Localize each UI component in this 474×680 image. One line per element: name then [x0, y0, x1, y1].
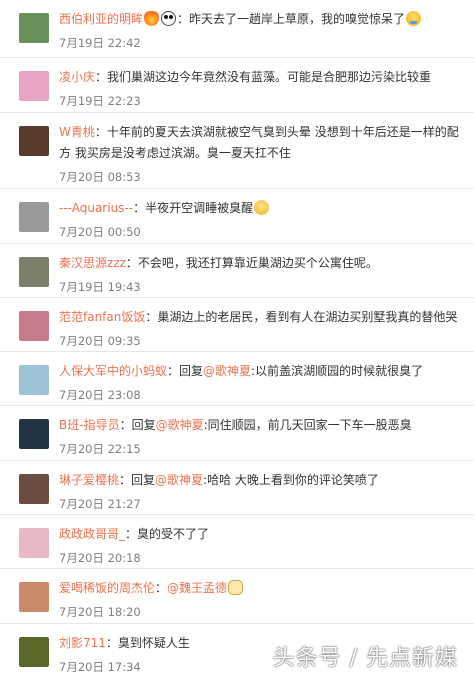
avatar[interactable] — [19, 582, 49, 612]
comment-item: 人保大军中的小蚂蚁：回复@歌神夏:以前盖滨湖顺园的时候就很臭了 7月20日 23… — [0, 352, 474, 406]
avatar[interactable] — [19, 13, 49, 43]
avatar[interactable] — [19, 419, 49, 449]
comment-body: 范范fanfan饭饭：巢湖边上的老居民，看到有人在湖边买别墅我真的替他哭 7月2… — [59, 307, 468, 350]
comment-body: ---Aquarius--：半夜开空调睡被臭醒 7月20日 00:50 — [59, 198, 468, 241]
commenter-name[interactable]: B班-指导员 — [59, 418, 120, 432]
comment-text: ：十年前的夏天去滨湖就被空气臭到头晕 没想到十年后还是一样的配方 我买房是没考虑… — [59, 125, 459, 160]
comment-time[interactable]: 7月19日 22:42 — [59, 34, 468, 52]
comment-time[interactable]: 7月20日 09:35 — [59, 332, 468, 350]
commenter-name[interactable]: W青桃 — [59, 125, 95, 139]
comment-item: 琳子爱樱桃：回复@歌神夏:哈哈 大晚上看到你的评论笑喷了 7月20日 21:27 — [0, 461, 474, 515]
comment-item: 凌小庆：我们巢湖这边今年竟然没有蓝藻。可能是合肥那边污染比较重 7月19日 22… — [0, 58, 474, 113]
comment-item: 秦汉思源zzz：不会吧，我还打算靠近巢湖边买个公寓住呢。 7月19日 19:43 — [0, 244, 474, 298]
cat-emoji-icon — [228, 580, 244, 595]
comment-time[interactable]: 7月20日 21:27 — [59, 495, 468, 513]
mention-link[interactable]: @歌神夏 — [155, 473, 203, 487]
comment-text: :同住顺园，前几天回家一下车一股恶臭 — [203, 418, 412, 432]
comment-time[interactable]: 7月19日 19:43 — [59, 278, 468, 296]
comment-item: W青桃：十年前的夏天去滨湖就被空气臭到头晕 没想到十年后还是一样的配方 我买房是… — [0, 113, 474, 189]
avatar[interactable] — [19, 637, 49, 667]
comment-time[interactable]: 7月20日 23:08 — [59, 386, 468, 404]
comment-body: 爱喝稀饭的周杰伦：@魏王孟德 7月20日 18:20 — [59, 578, 468, 621]
comment-text: ：臭到怀疑人生 — [105, 636, 190, 650]
comment-body: 琳子爱樱桃：回复@歌神夏:哈哈 大晚上看到你的评论笑喷了 7月20日 21:27 — [59, 470, 468, 513]
comment-time[interactable]: 7月20日 18:20 — [59, 603, 468, 621]
comment-text: ：臭的受不了了 — [125, 527, 210, 541]
watermark: 头条号 / 先点新媒 — [272, 646, 458, 671]
comment-list: 西伯利亚的明眸 ：昨天去了一趟岸上草原，我的嗅觉惊呆了 7月19日 22:42 凌… — [0, 0, 474, 680]
commenter-name[interactable]: 琳子爱樱桃 — [59, 473, 119, 487]
comment-body: 凌小庆：我们巢湖这边今年竟然没有蓝藻。可能是合肥那边污染比较重 7月19日 22… — [59, 67, 468, 110]
commenter-name[interactable]: 西伯利亚的明眸 — [59, 12, 143, 26]
commenter-name[interactable]: 范范fanfan饭饭 — [59, 310, 145, 324]
comment-body: 秦汉思源zzz：不会吧，我还打算靠近巢湖边买个公寓住呢。 7月19日 19:43 — [59, 253, 468, 296]
reply-prefix: ：回复 — [167, 364, 204, 378]
reply-prefix: ： — [155, 581, 168, 595]
fire-emoji-icon — [144, 11, 160, 26]
comment-body: B班-指导员：回复@歌神夏:同住顺园，前几天回家一下车一股恶臭 7月20日 22… — [59, 415, 468, 458]
commenter-name[interactable]: 凌小庆 — [59, 70, 95, 84]
comment-body: 人保大军中的小蚂蚁：回复@歌神夏:以前盖滨湖顺园的时候就很臭了 7月20日 23… — [59, 361, 468, 404]
reply-prefix: ：回复 — [119, 473, 156, 487]
comment-body: 政政政哥哥_：臭的受不了了 7月20日 20:18 — [59, 524, 468, 567]
commenter-name[interactable]: 秦汉思源zzz — [59, 256, 126, 270]
commenter-name[interactable]: 人保大军中的小蚂蚁 — [59, 364, 167, 378]
commenter-name[interactable]: ---Aquarius-- — [59, 201, 133, 215]
mention-link[interactable]: @歌神夏 — [156, 418, 204, 432]
avatar[interactable] — [19, 311, 49, 341]
mention-link[interactable]: @魏王孟德 — [167, 581, 227, 595]
avatar[interactable] — [19, 257, 49, 287]
avatar[interactable] — [19, 202, 49, 232]
comment-text: :以前盖滨湖顺园的时候就很臭了 — [251, 364, 424, 378]
commenter-name[interactable]: 刘影711 — [59, 636, 106, 650]
comment-item: ---Aquarius--：半夜开空调睡被臭醒 7月20日 00:50 — [0, 189, 474, 244]
comment-time[interactable]: 7月20日 00:50 — [59, 223, 468, 241]
comment-text: :哈哈 大晚上看到你的评论笑喷了 — [203, 473, 379, 487]
comment-time[interactable]: 7月20日 20:18 — [59, 549, 468, 567]
shocked-emoji-icon — [406, 11, 422, 26]
commenter-name[interactable]: 爱喝稀饭的周杰伦 — [59, 581, 155, 595]
comment-text: ：我们巢湖这边今年竟然没有蓝藻。可能是合肥那边污染比较重 — [95, 70, 432, 84]
panda-emoji-icon — [161, 11, 177, 26]
avatar[interactable] — [19, 528, 49, 558]
avatar[interactable] — [19, 474, 49, 504]
comment-body: 西伯利亚的明眸 ：昨天去了一趟岸上草原，我的嗅觉惊呆了 7月19日 22:42 — [59, 9, 468, 52]
comment-time[interactable]: 7月20日 22:15 — [59, 440, 468, 458]
comment-text: ：不会吧，我还打算靠近巢湖边买个公寓住呢。 — [125, 256, 378, 270]
commenter-name[interactable]: 政政政哥哥_ — [59, 527, 125, 541]
sleepy-emoji-icon — [254, 200, 270, 215]
avatar[interactable] — [19, 71, 49, 101]
avatar[interactable] — [19, 126, 49, 156]
comment-item: 政政政哥哥_：臭的受不了了 7月20日 20:18 — [0, 515, 474, 569]
avatar[interactable] — [19, 365, 49, 395]
comment-time[interactable]: 7月20日 08:53 — [59, 168, 468, 186]
comment-text: ：昨天去了一趟岸上草原，我的嗅觉惊呆了 — [177, 12, 406, 26]
comment-item: B班-指导员：回复@歌神夏:同住顺园，前几天回家一下车一股恶臭 7月20日 22… — [0, 406, 474, 461]
comment-text: ：半夜开空调睡被臭醒 — [133, 201, 254, 215]
mention-link[interactable]: @歌神夏 — [203, 364, 251, 378]
reply-prefix: ：回复 — [119, 418, 156, 432]
comment-time[interactable]: 7月19日 22:23 — [59, 92, 468, 110]
comment-item: 爱喝稀饭的周杰伦：@魏王孟德 7月20日 18:20 — [0, 569, 474, 624]
comment-item: 范范fanfan饭饭：巢湖边上的老居民，看到有人在湖边买别墅我真的替他哭 7月2… — [0, 298, 474, 352]
comment-text: ：巢湖边上的老居民，看到有人在湖边买别墅我真的替他哭 — [145, 310, 458, 324]
comment-item: 西伯利亚的明眸 ：昨天去了一趟岸上草原，我的嗅觉惊呆了 7月19日 22:42 — [0, 0, 474, 58]
comment-body: W青桃：十年前的夏天去滨湖就被空气臭到头晕 没想到十年后还是一样的配方 我买房是… — [59, 122, 468, 186]
